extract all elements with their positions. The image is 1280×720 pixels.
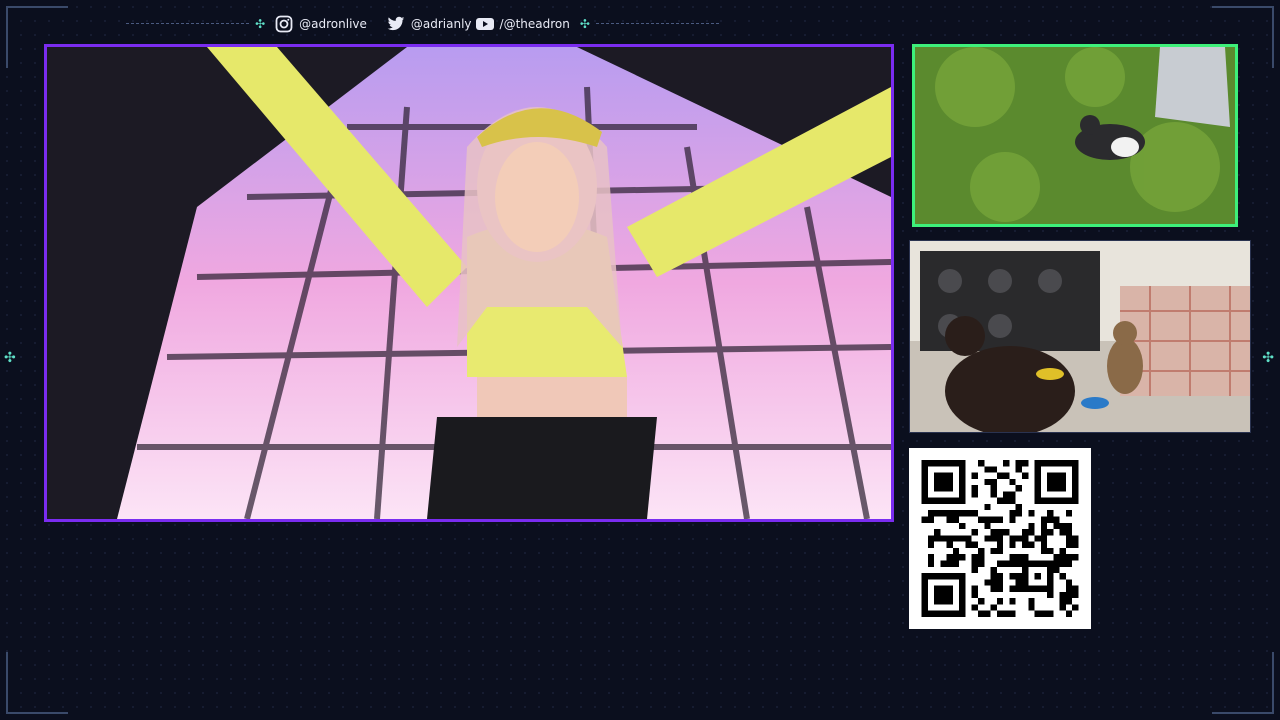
divider-line xyxy=(126,23,250,25)
twitter-link[interactable]: @adrianly xyxy=(387,15,472,33)
sparkle-icon: ✣ xyxy=(255,17,266,31)
youtube-icon xyxy=(475,18,494,30)
frame-corner-bottom-right xyxy=(1212,652,1274,714)
main-video-panel xyxy=(44,44,894,522)
indoor-cats-camera xyxy=(910,241,1250,432)
sparkle-icon: ✣ xyxy=(579,17,590,31)
qr-code xyxy=(921,460,1079,617)
cam-bottom-panel xyxy=(909,240,1251,433)
right-crosshair-icon: ✣ xyxy=(1262,350,1274,366)
twitter-icon xyxy=(387,15,405,33)
social-bar: ✣ @adronlive @adrianly /@theadron ✣ xyxy=(120,12,725,36)
twitter-handle: @adrianly xyxy=(410,17,472,31)
dance-floor-video xyxy=(47,47,891,519)
instagram-link[interactable]: @adronlive xyxy=(275,15,367,33)
cam-top-panel xyxy=(912,44,1238,227)
frame-corner-bottom-left xyxy=(6,652,68,714)
instagram-handle: @adronlive xyxy=(299,17,367,31)
divider-line xyxy=(595,23,719,25)
qr-code-panel[interactable] xyxy=(909,448,1091,629)
youtube-link[interactable]: /@theadron xyxy=(475,17,570,31)
youtube-handle: /@theadron xyxy=(499,17,570,31)
left-crosshair-icon: ✣ xyxy=(4,350,16,366)
grass-cat-camera xyxy=(915,47,1235,224)
instagram-icon xyxy=(275,15,293,33)
